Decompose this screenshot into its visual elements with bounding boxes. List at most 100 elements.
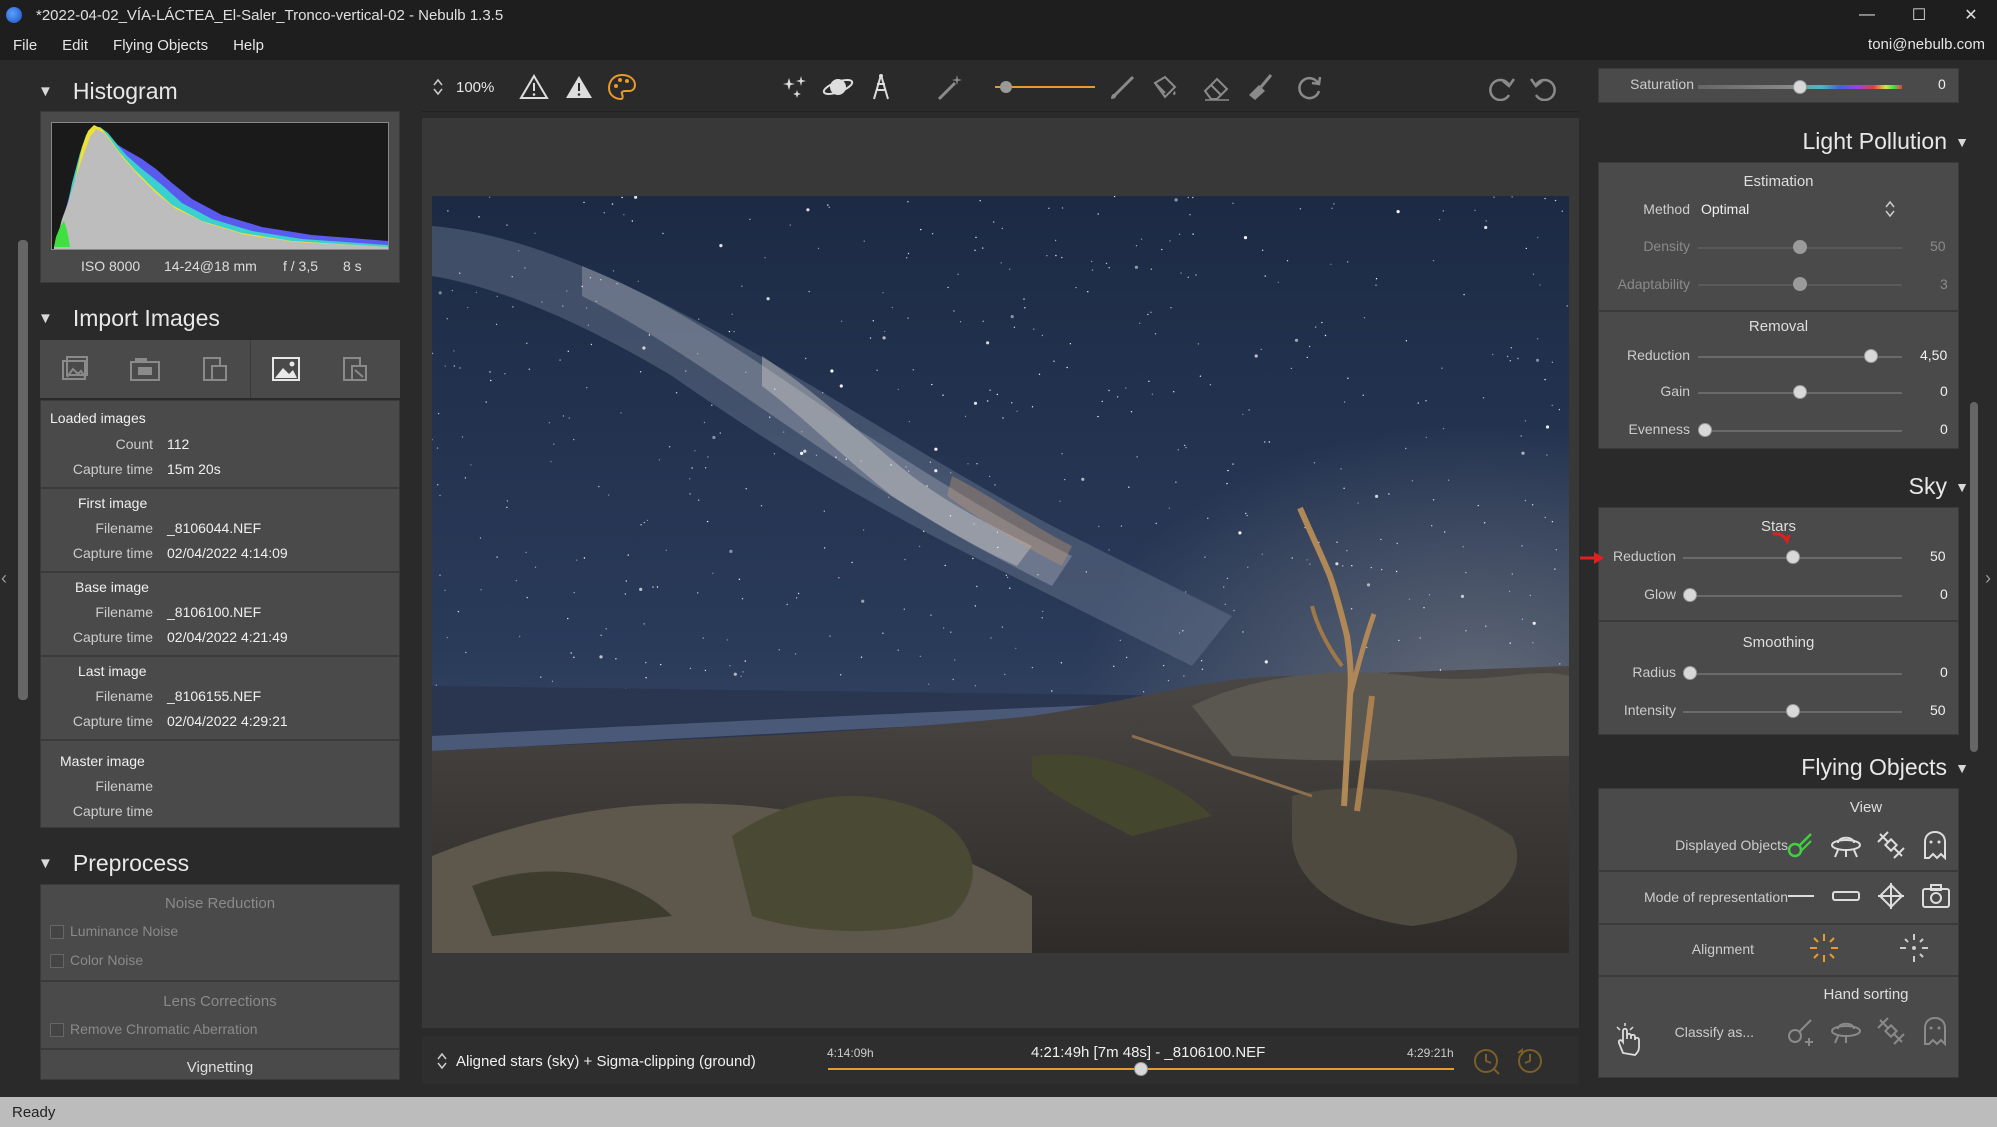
eraser-icon[interactable] — [1200, 72, 1232, 102]
import-photos-icon[interactable] — [40, 340, 110, 398]
menu-edit[interactable]: Edit — [49, 37, 100, 54]
stars-icon[interactable] — [778, 72, 810, 102]
divider — [1598, 923, 1959, 925]
meteor-icon[interactable] — [1785, 830, 1815, 865]
radius-knob[interactable] — [1683, 666, 1697, 680]
timeline-start: 4:14:09h — [827, 1046, 874, 1060]
refresh-icon[interactable] — [1293, 72, 1325, 102]
align-sun-icon[interactable] — [1808, 932, 1840, 969]
zoom-level[interactable]: 100% — [456, 79, 494, 96]
minimize-button[interactable]: — — [1841, 0, 1893, 30]
glow-slider[interactable] — [1683, 595, 1902, 597]
density-knob[interactable] — [1793, 240, 1807, 254]
menu-flying-objects[interactable]: Flying Objects — [100, 37, 220, 54]
menu-file[interactable]: File — [0, 37, 49, 54]
collapse-left-icon[interactable]: ‹ — [1, 568, 7, 589]
brush-icon[interactable] — [1106, 72, 1138, 102]
box-mode-icon[interactable] — [1831, 881, 1861, 916]
luminance-noise-checkbox[interactable] — [50, 925, 64, 939]
preprocess-header[interactable]: ▼ Preprocess — [38, 850, 189, 877]
saturation-label: Saturation — [1630, 76, 1694, 92]
sky-title[interactable]: Sky — [1909, 473, 1947, 500]
saturation-knob[interactable] — [1793, 80, 1807, 94]
collapse-triangle-icon[interactable]: ▼ — [1955, 760, 1969, 776]
redo-icon[interactable] — [1486, 72, 1518, 102]
light-pollution-title[interactable]: Light Pollution — [1803, 128, 1948, 155]
collapse-triangle-icon[interactable]: ▼ — [1955, 134, 1969, 150]
method-select[interactable]: Optimal — [1701, 201, 1749, 217]
maximize-button[interactable]: ☐ — [1893, 0, 1945, 30]
import-folder-icon[interactable] — [110, 340, 180, 398]
gain-knob[interactable] — [1793, 385, 1807, 399]
flying-objects-title[interactable]: Flying Objects — [1801, 754, 1947, 781]
lens-corrections-title: Lens Corrections — [163, 993, 277, 1010]
capture-label: Capture time — [72, 461, 153, 477]
satellite-icon[interactable] — [1876, 830, 1906, 865]
left-scrollbar[interactable] — [18, 240, 28, 700]
zoom-spinner-icon[interactable] — [430, 72, 446, 102]
evenness-knob[interactable] — [1698, 423, 1712, 437]
noise-reduction-title: Noise Reduction — [164, 895, 276, 912]
divider — [1598, 310, 1959, 312]
camera-mode-icon[interactable] — [1921, 881, 1951, 916]
radius-slider[interactable] — [1683, 673, 1902, 675]
base-image-title: Base image — [75, 579, 149, 595]
app-logo-icon — [6, 7, 22, 23]
undo-icon[interactable] — [1527, 72, 1559, 102]
intensity-knob[interactable] — [1785, 704, 1800, 718]
line-mode-icon[interactable] — [1786, 881, 1816, 916]
user-account[interactable]: toni@nebulb.com — [1868, 36, 1985, 53]
warning-filled-icon[interactable] — [563, 72, 595, 102]
palette-icon[interactable] — [606, 72, 638, 102]
sky-reduction-knob[interactable] — [1785, 550, 1800, 564]
ground-tower-icon[interactable] — [865, 72, 897, 102]
adaptability-value: 3 — [1940, 276, 1948, 292]
ufo-icon[interactable] — [1830, 830, 1862, 865]
last-filename: _8106155.NEF — [167, 688, 262, 704]
warning-outline-icon[interactable] — [518, 72, 550, 102]
count-label: Count — [115, 436, 153, 452]
glow-knob[interactable] — [1683, 588, 1697, 602]
right-scrollbar[interactable] — [1970, 402, 1978, 752]
histogram-header[interactable]: ▼ Histogram — [38, 78, 178, 105]
align-sparkle-icon[interactable] — [1898, 932, 1930, 969]
gain-label: Gain — [1660, 383, 1690, 399]
chromatic-aberration-checkbox[interactable] — [50, 1023, 64, 1037]
fill-bucket-icon[interactable] — [1148, 72, 1180, 102]
classify-ufo-icon[interactable] — [1830, 1016, 1862, 1051]
milky-way-photo[interactable] — [432, 196, 1569, 953]
histogram-title: Histogram — [72, 78, 178, 104]
magic-wand-icon[interactable] — [934, 72, 966, 102]
timeline-knob[interactable] — [1134, 1062, 1148, 1076]
evenness-slider[interactable] — [1698, 430, 1902, 432]
classify-ghost-icon[interactable] — [1921, 1016, 1949, 1051]
planet-icon[interactable] — [822, 72, 854, 102]
density-label: Density — [1643, 238, 1690, 254]
brush-size-slider[interactable] — [990, 72, 1100, 102]
count-value: 112 — [167, 436, 190, 452]
ghost-icon[interactable] — [1921, 830, 1949, 865]
delete-images-icon[interactable] — [320, 340, 390, 398]
target-mode-icon[interactable] — [1876, 881, 1906, 916]
base-image-icon[interactable] — [250, 340, 320, 398]
clock-back-icon[interactable] — [1470, 1045, 1502, 1082]
sweep-brush-icon[interactable] — [1244, 72, 1276, 102]
histogram-box: ISO 8000 14-24@18 mm f / 3,5 8 s — [40, 111, 400, 283]
base-filename: _8106100.NEF — [167, 604, 262, 620]
classify-meteor-icon[interactable] — [1785, 1016, 1815, 1051]
close-button[interactable]: ✕ — [1945, 0, 1997, 30]
stacking-mode[interactable]: Aligned stars (sky) + Sigma-clipping (gr… — [456, 1053, 756, 1070]
collapse-right-icon[interactable]: › — [1985, 568, 1991, 589]
clock-forward-icon[interactable] — [1514, 1045, 1546, 1082]
color-noise-checkbox[interactable] — [50, 954, 64, 968]
mode-spinner-icon[interactable] — [436, 1052, 448, 1075]
collapse-triangle-icon[interactable]: ▼ — [1955, 479, 1969, 495]
classify-satellite-icon[interactable] — [1876, 1016, 1906, 1051]
menu-help[interactable]: Help — [220, 37, 276, 54]
displayed-objects-label: Displayed Objects — [1675, 837, 1788, 853]
paste-images-icon[interactable] — [180, 340, 250, 398]
window-title: *2022-04-02_VÍA-LÁCTEA_El-Saler_Tronco-v… — [36, 6, 504, 24]
method-spinner-icon[interactable] — [1884, 200, 1896, 223]
adaptability-knob[interactable] — [1793, 277, 1807, 291]
import-images-header[interactable]: ▼ Import Images — [38, 305, 220, 332]
